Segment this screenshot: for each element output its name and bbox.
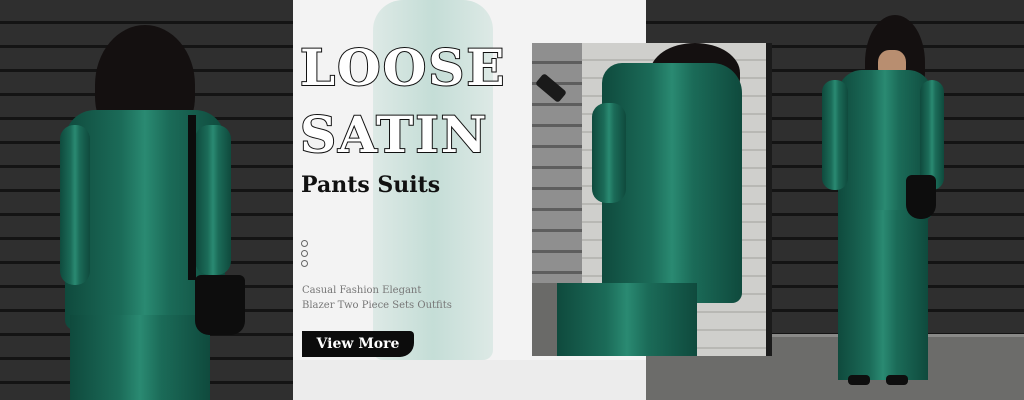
subtitle: Pants Suits xyxy=(301,172,441,198)
slide-dot-1[interactable] xyxy=(301,240,308,247)
title-line-1: LOOSE xyxy=(299,38,507,97)
right-model-image xyxy=(820,15,950,387)
product-photo xyxy=(532,43,768,356)
slide-dot-3[interactable] xyxy=(301,260,308,267)
slide-indicator[interactable] xyxy=(301,240,309,270)
view-more-button[interactable]: View More xyxy=(302,331,414,357)
description-line-1: Casual Fashion Elegant xyxy=(302,285,422,296)
photo-divider xyxy=(766,43,772,356)
slide-dot-2[interactable] xyxy=(301,250,308,257)
hero-banner: LOOSE SATIN Pants Suits Casual Fashion E… xyxy=(0,0,1024,400)
description-line-2: Blazer Two Piece Sets Outfits xyxy=(302,300,452,311)
title-line-2: SATIN xyxy=(299,105,489,164)
left-model-image xyxy=(55,25,255,400)
